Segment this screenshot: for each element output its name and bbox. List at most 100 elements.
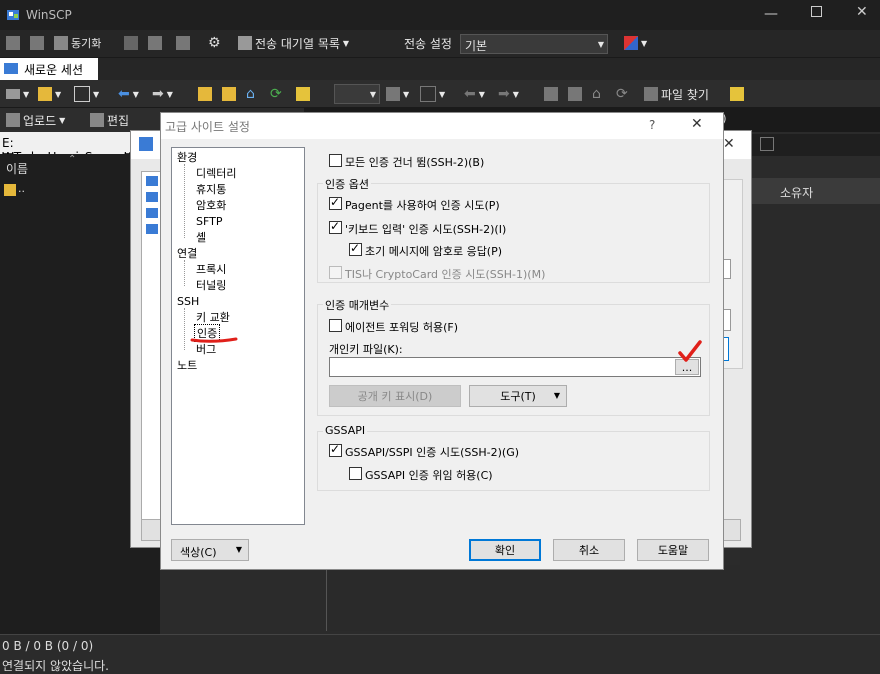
workspace-button[interactable] xyxy=(176,34,190,52)
root-folder-icon xyxy=(568,87,582,101)
queue-label: 전송 대기열 목록 xyxy=(255,36,340,51)
site-icon xyxy=(146,208,158,218)
filter-button[interactable]: ▼ xyxy=(74,85,99,103)
remote-parent-button[interactable] xyxy=(544,85,558,103)
local-path-bar[interactable]: E:₩Todo_Homi_Server₩ xyxy=(0,132,136,164)
tis-checkbox[interactable] xyxy=(329,266,342,279)
cancel-label: 취소 xyxy=(578,544,600,557)
tree-item-recycle-bin[interactable]: 휴지통 xyxy=(196,181,226,197)
new-session-icon xyxy=(4,63,18,74)
remote-filter-icon[interactable] xyxy=(760,137,774,151)
tree-item-key-exchange[interactable]: 키 교환 xyxy=(196,309,230,325)
help-button[interactable]: 도움말 xyxy=(637,539,709,561)
sync-browse-button[interactable] xyxy=(30,34,44,52)
preset-icon xyxy=(624,36,638,50)
upload-button[interactable]: 업로드 ▼ xyxy=(6,111,65,129)
remote-refresh-button[interactable]: ⟳ xyxy=(616,85,628,103)
remote-home-button[interactable]: ⌂ xyxy=(592,85,601,103)
tree-item-tunnel[interactable]: 터널링 xyxy=(196,277,226,293)
root-dir-button[interactable] xyxy=(222,85,236,103)
tree-item-conn[interactable]: 연결 xyxy=(177,245,197,261)
drive-icon xyxy=(6,89,20,99)
forward-button[interactable]: ➡ ▼ xyxy=(152,85,173,103)
main-toolbar: 동기화 ⚙ 전송 대기열 목록 ▼ 전송 설정 기본 ▼ ▼ xyxy=(0,30,880,58)
tab-label: 새로운 세션 xyxy=(24,63,84,77)
remote-back-button[interactable]: ⬅ ▼ xyxy=(464,85,485,103)
tree-item-encryption[interactable]: 암호화 xyxy=(196,197,226,213)
pageant-checkbox[interactable] xyxy=(329,195,342,210)
remote-open-dir-button[interactable]: ▼ xyxy=(386,85,409,103)
gssapi-attempt-checkbox[interactable] xyxy=(329,442,342,457)
chevron-down-icon: ▼ xyxy=(597,40,604,49)
ok-label: 확인 xyxy=(494,544,516,557)
putty-button[interactable] xyxy=(148,34,162,52)
remote-target-button[interactable] xyxy=(730,85,744,103)
auth-options-title: 인증 옵션 xyxy=(323,176,371,192)
upload-label: 업로드 xyxy=(23,113,57,128)
parent-folder-icon xyxy=(198,87,212,101)
home-button[interactable]: ⌂ xyxy=(246,85,255,103)
login-button[interactable] xyxy=(721,519,741,541)
remote-drive-select[interactable]: ▼ xyxy=(334,84,380,104)
gssapi-delegation-checkbox[interactable] xyxy=(349,467,362,480)
chevron-down-icon: ▼ xyxy=(403,89,410,99)
bypass-auth-checkbox[interactable] xyxy=(329,154,342,167)
advanced-site-settings-dialog: 고급 사이트 설정 ? ✕ 환경 디렉터리 휴지통 암호화 SFTP 셸 연결 … xyxy=(160,112,724,570)
sync-browse-icon xyxy=(30,36,44,50)
queue-button[interactable]: 전송 대기열 목록 ▼ xyxy=(238,34,349,52)
login-close-icon[interactable]: ✕ xyxy=(723,136,735,152)
agent-forwarding-checkbox[interactable] xyxy=(329,319,342,332)
tree-item-proxy[interactable]: 프록시 xyxy=(196,261,226,277)
console-button[interactable] xyxy=(124,34,138,52)
tree-item-directories[interactable]: 디렉터리 xyxy=(196,165,236,181)
help-icon[interactable]: ? xyxy=(649,118,655,132)
ok-button[interactable]: 확인 xyxy=(469,539,541,561)
open-dir-button[interactable]: ▼ xyxy=(38,85,61,103)
gssapi-title: GSSAPI xyxy=(323,424,368,437)
keyboard-interactive-checkbox[interactable] xyxy=(329,219,342,234)
folder-icon xyxy=(386,87,400,101)
arrow-right-icon: ➡ xyxy=(152,86,164,102)
respond-password-checkbox[interactable] xyxy=(349,241,362,256)
compare-dirs-button[interactable] xyxy=(6,34,20,52)
edit-button[interactable]: 편집 xyxy=(90,111,129,129)
private-key-input[interactable] xyxy=(329,357,701,377)
tree-item-shell[interactable]: 셸 xyxy=(196,229,206,245)
remote-root-button[interactable] xyxy=(568,85,582,103)
tree-item-notes[interactable]: 노트 xyxy=(177,357,197,373)
local-drive-button[interactable]: ▼ xyxy=(6,85,29,103)
minimize-icon[interactable]: — xyxy=(764,6,778,22)
tools-button[interactable]: 도구(T) ▼ xyxy=(469,385,567,407)
remote-filter-button[interactable]: ▼ xyxy=(420,85,445,103)
chevron-down-icon: ▼ xyxy=(553,391,560,400)
tab-new-session[interactable]: 새로운 세션 xyxy=(0,58,98,80)
preferences-button[interactable]: ⚙ xyxy=(208,34,221,52)
close-icon[interactable]: ✕ xyxy=(691,116,703,132)
sync-button[interactable]: 동기화 xyxy=(54,34,101,52)
tree-item-env[interactable]: 환경 xyxy=(177,149,197,165)
tree-item-ssh[interactable]: SSH xyxy=(177,295,199,308)
color-label: 색상(C) xyxy=(180,546,217,559)
color-button[interactable]: 색상(C) ▼ xyxy=(171,539,249,561)
show-public-key-button[interactable]: 공개 키 표시(D) xyxy=(329,385,461,407)
find-target-button[interactable] xyxy=(296,85,310,103)
refresh-button[interactable]: ⟳ xyxy=(270,85,282,103)
transfer-preset-button[interactable]: ▼ xyxy=(624,34,647,52)
sync-label: 동기화 xyxy=(71,37,102,50)
remote-forward-button[interactable]: ➡ ▼ xyxy=(498,85,519,103)
transfer-settings-select[interactable]: 기본 ▼ xyxy=(460,34,608,54)
folder-icon xyxy=(38,87,52,101)
chevron-down-icon: ▼ xyxy=(166,89,173,99)
chevron-down-icon: ▼ xyxy=(132,89,139,99)
back-button[interactable]: ⬅ ▼ xyxy=(118,85,139,103)
parent-dir-button[interactable] xyxy=(198,85,212,103)
maximize-icon[interactable] xyxy=(811,6,822,17)
find-files-button[interactable]: 파일 찾기 xyxy=(644,85,709,103)
tree-item-sftp[interactable]: SFTP xyxy=(196,215,222,228)
login-tools-button[interactable] xyxy=(141,519,161,541)
column-header-name[interactable]: 이름 xyxy=(6,160,28,177)
red-checkmark-annotation xyxy=(678,340,702,362)
cancel-button[interactable]: 취소 xyxy=(553,539,625,561)
close-window-icon[interactable]: ✕ xyxy=(856,4,868,20)
column-header-owner[interactable]: 소유자 xyxy=(780,184,813,201)
